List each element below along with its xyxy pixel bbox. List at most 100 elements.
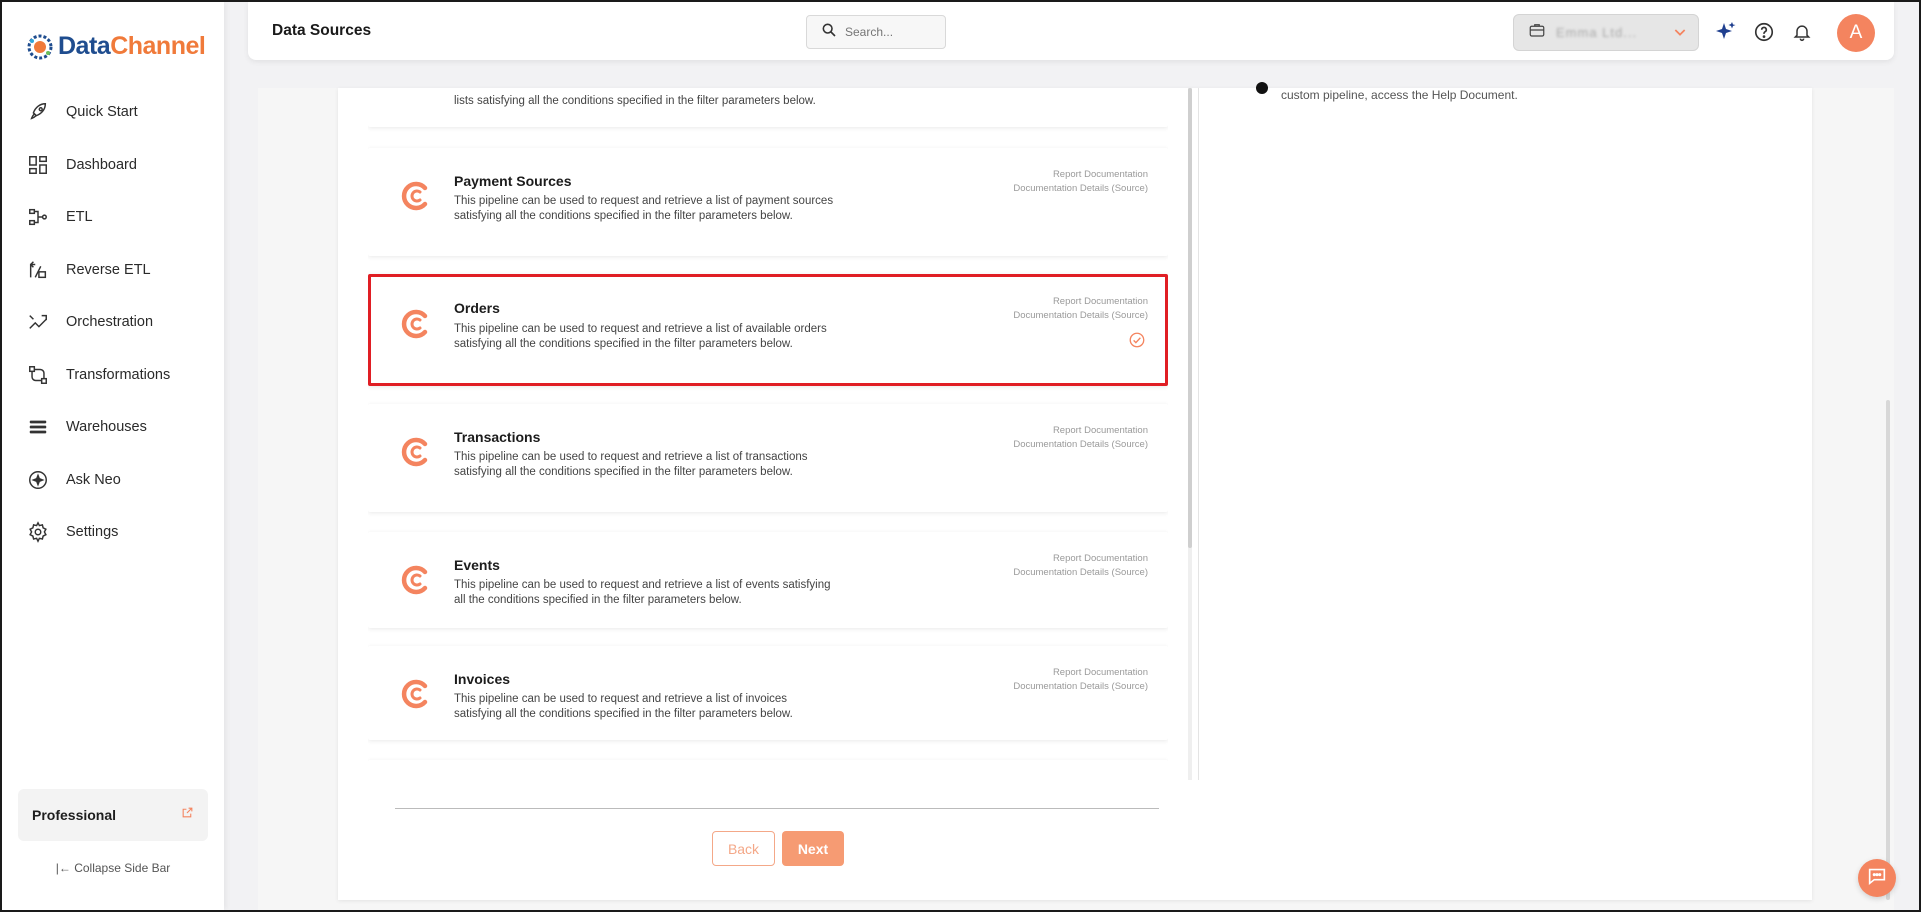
report-documentation-link[interactable]: Report Documentation [1013,552,1148,566]
avatar[interactable]: A [1837,14,1875,52]
pipeline-doc-links: Report Documentation Documentation Detai… [1013,666,1148,693]
back-button[interactable]: Back [712,831,775,866]
logo-mark-icon [26,33,54,61]
account-switcher[interactable]: Emma Ltd... [1513,14,1699,51]
orchestration-icon [26,310,50,334]
documentation-details-link[interactable]: Documentation Details (Source) [1013,182,1148,196]
documentation-details-link[interactable]: Documentation Details (Source) [1013,680,1148,694]
pipeline-description: This pipeline can be used to request and… [454,323,827,350]
datachannel-c-icon [398,677,432,711]
etl-icon [26,205,50,229]
datachannel-logo[interactable]: DataChannel [26,32,206,61]
panel-divider [1198,88,1199,780]
sidebar-item-orchestration[interactable]: Orchestration [2,296,224,349]
sidebar-item-etl[interactable]: ETL [2,191,224,244]
report-documentation-link[interactable]: Report Documentation [1013,168,1148,182]
collapse-sidebar-button[interactable]: |← Collapse Side Bar [2,861,224,875]
pipeline-card-orders[interactable]: Orders This pipeline can be used to requ… [368,274,1168,386]
search-input[interactable] [845,25,935,39]
pipeline-title: Orders [454,300,500,316]
collapse-sidebar-label: Collapse Side Bar [74,861,171,875]
brand-part-data: Data [58,32,111,60]
bullet-icon [1256,82,1268,94]
report-documentation-link[interactable]: Report Documentation [1013,295,1148,309]
search-box[interactable] [806,15,946,49]
pipeline-description: This pipeline can be used to request and… [454,195,834,222]
warehouses-icon [26,415,50,439]
sparkle-ai-icon[interactable] [1714,20,1738,44]
sidebar-item-label: Dashboard [66,156,137,173]
top-bar: Data Sources Emma Ltd... A [248,2,1894,60]
pipeline-card-events[interactable]: Events This pipeline can be used to requ… [368,532,1168,628]
sidebar-item-reverse-etl[interactable]: Reverse ETL [2,244,224,297]
pipeline-selection-panel: lists satisfying all the conditions spec… [338,82,1812,900]
chat-button[interactable] [1858,859,1896,897]
gear-icon [26,520,50,544]
collapse-arrow-icon: |← [55,861,71,875]
main-content: lists satisfying all the conditions spec… [258,82,1894,912]
help-document-text[interactable]: custom pipeline, access the Help Documen… [1281,88,1518,102]
external-link-icon[interactable] [181,806,194,824]
sidebar-item-label: Warehouses [66,419,147,436]
page-title: Data Sources [272,22,372,39]
sidebar-item-label: Quick Start [66,104,138,121]
brand-name: DataChannel [58,32,206,61]
pipeline-title: Payment Sources [454,173,572,189]
pipeline-title: Invoices [454,671,511,687]
pipeline-doc-links: Report Documentation Documentation Detai… [1013,168,1148,195]
pipeline-description: This pipeline can be used to request and… [454,451,808,478]
page-scrollbar[interactable] [1886,400,1890,900]
pipeline-card-payment-sources[interactable]: Payment Sources This pipeline can be use… [368,148,1168,256]
selected-check-icon [1128,331,1146,349]
sidebar-item-ask-neo[interactable]: Ask Neo [2,454,224,507]
sidebar-item-label: ETL [66,209,93,226]
datachannel-c-icon [398,435,432,469]
briefcase-icon [1528,21,1546,44]
documentation-details-link[interactable]: Documentation Details (Source) [1013,438,1148,452]
sidebar-item-label: Reverse ETL [66,261,151,278]
sidebar-item-label: Settings [66,524,119,541]
sidebar-item-warehouses[interactable]: Warehouses [2,401,224,454]
pipeline-doc-links: Report Documentation Documentation Detai… [1013,552,1148,579]
report-documentation-link[interactable]: Report Documentation [1013,424,1148,438]
pipeline-card-transactions[interactable]: Transactions This pipeline can be used t… [368,404,1168,512]
pipeline-doc-links: Report Documentation Documentation Detai… [1013,424,1148,451]
sidebar-item-transformations[interactable]: Transformations [2,349,224,402]
sidebar-item-label: Transformations [66,366,171,383]
documentation-details-link[interactable]: Documentation Details (Source) [1013,566,1148,580]
next-button[interactable]: Next [782,831,844,866]
pipeline-card-partial[interactable]: lists satisfying all the conditions spec… [368,88,1168,127]
pipeline-card-partial-bottom[interactable] [368,760,1168,780]
ask-neo-icon [26,468,50,492]
sidebar-item-quick-start[interactable]: Quick Start [2,86,224,139]
pipeline-description: This pipeline can be used to request and… [454,693,793,720]
pipeline-description: lists satisfying all the conditions spec… [454,95,816,107]
plan-badge[interactable]: Professional [18,789,208,841]
brand-part-channel: Channel [110,32,206,60]
pipeline-card-invoices[interactable]: Invoices This pipeline can be used to re… [368,646,1168,740]
bell-icon[interactable] [1790,20,1814,44]
footer-divider [395,808,1159,809]
help-icon[interactable] [1752,20,1776,44]
account-name: Emma Ltd... [1556,25,1638,40]
rocket-icon [26,100,50,124]
datachannel-c-icon [398,563,432,597]
documentation-details-link[interactable]: Documentation Details (Source) [1013,309,1148,323]
sidebar-item-settings[interactable]: Settings [2,506,224,559]
sidebar-item-label: Ask Neo [66,471,121,488]
transformations-icon [26,363,50,387]
pipeline-title: Transactions [454,429,541,445]
pipeline-doc-links: Report Documentation Documentation Detai… [1013,295,1148,322]
sidebar-item-dashboard[interactable]: Dashboard [2,139,224,192]
plan-name: Professional [32,807,117,823]
sidebar-nav: Quick Start Dashboard ETL Reverse ETL Or… [2,86,224,559]
chevron-down-icon [1672,24,1688,45]
pipeline-list-scrollbar[interactable] [1188,88,1192,780]
datachannel-c-icon [398,307,432,341]
reverse-etl-icon [26,258,50,282]
datachannel-c-icon [398,179,432,213]
sidebar: DataChannel Quick Start Dashboard ETL Re… [2,2,224,910]
scrollbar-thumb[interactable] [1188,88,1192,548]
search-icon [821,22,837,43]
report-documentation-link[interactable]: Report Documentation [1013,666,1148,680]
